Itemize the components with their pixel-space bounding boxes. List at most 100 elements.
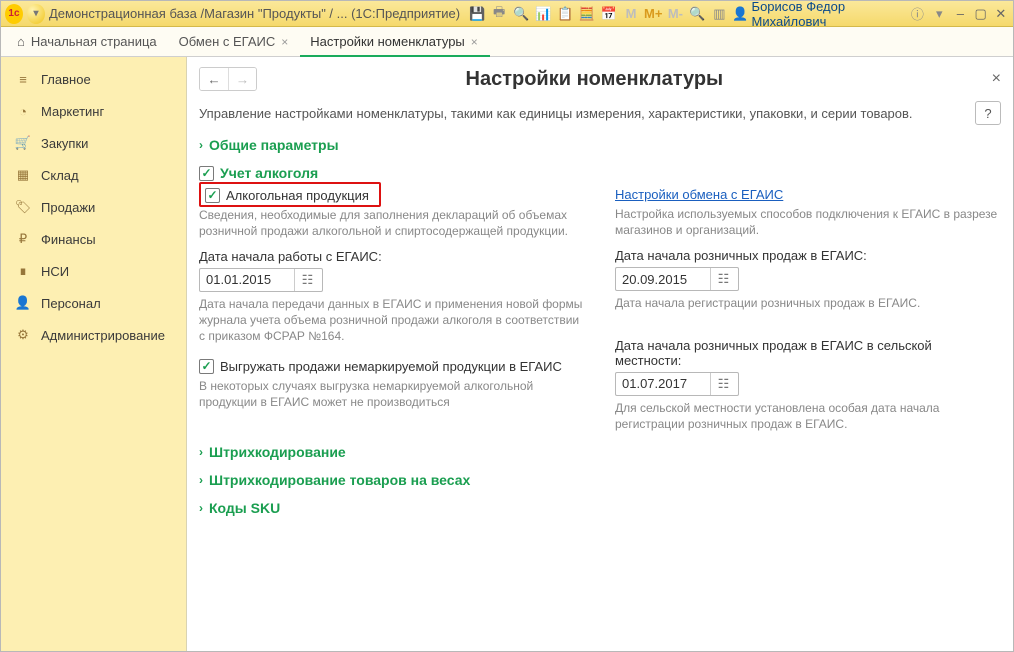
chevron-right-icon: › <box>199 445 203 459</box>
checkbox-alcohol-products[interactable] <box>205 188 220 203</box>
field-label: Дата начала розничных продаж в ЕГАИС: <box>615 248 1001 263</box>
sidebar-item-label: Продажи <box>41 200 95 215</box>
help-button[interactable]: ? <box>975 101 1001 125</box>
m-gray-icon[interactable]: M <box>622 4 640 24</box>
expander-common[interactable]: › Общие параметры <box>199 137 1001 153</box>
expander-barcoding[interactable]: › Штрихкодирование <box>199 444 1001 460</box>
maximize-button[interactable]: ▢ <box>973 5 989 23</box>
close-window-button[interactable]: ✕ <box>993 5 1009 23</box>
field-label: Дата начала работы с ЕГАИС: <box>199 249 585 264</box>
app-icon: 1c <box>5 4 23 24</box>
sidebar-item-label: НСИ <box>41 264 69 279</box>
info-icon[interactable]: ⓘ <box>908 4 926 24</box>
pie-icon: ◔ <box>15 103 31 119</box>
tag-icon: 🏷 <box>15 199 31 215</box>
hint-text: Дата начала передачи данных в ЕГАИС и пр… <box>199 296 585 345</box>
expander-label: Штрихкодирование <box>209 444 346 460</box>
sidebar-item-personnel[interactable]: 👤 Персонал <box>1 287 186 319</box>
chevron-right-icon: › <box>199 138 203 152</box>
date-input[interactable] <box>616 376 710 391</box>
calendar-icon[interactable]: ☷ <box>710 268 736 290</box>
user-icon: 👤 <box>732 6 748 22</box>
tab-home-label: Начальная страница <box>31 34 157 49</box>
book-icon: ∎ <box>15 263 31 279</box>
date-start-retail-egais[interactable]: ☷ <box>615 267 739 291</box>
page-title: Настройки номенклатуры <box>197 68 992 91</box>
window-titlebar: 1c ▾ Демонстрационная база /Магазин "Про… <box>1 1 1013 27</box>
section-alcohol-header[interactable]: Учет алкоголя <box>199 165 1001 181</box>
checkbox-upload-unmarked[interactable] <box>199 359 214 374</box>
date-start-egais[interactable]: ☷ <box>199 268 323 292</box>
ruble-icon: ₽ <box>15 231 31 247</box>
sidebar-item-purchases[interactable]: 🛒Закупки <box>1 127 186 159</box>
minimize-button[interactable]: – <box>952 5 968 23</box>
sidebar-item-label: Закупки <box>41 136 88 151</box>
chevron-right-icon: › <box>199 501 203 515</box>
user-badge[interactable]: 👤 Борисов Федор Михайлович <box>732 0 904 29</box>
gear-icon: ⚙ <box>15 327 31 343</box>
person-icon: 👤 <box>15 295 31 311</box>
expander-sku[interactable]: › Коды SKU <box>199 500 1001 516</box>
sidebar-item-admin[interactable]: ⚙ Администрирование <box>1 319 186 351</box>
close-icon[interactable]: × <box>281 35 288 49</box>
m-plus-icon[interactable]: M+ <box>644 4 662 24</box>
save-icon[interactable]: 💾 <box>468 4 486 24</box>
close-page-button[interactable]: × <box>992 70 1001 88</box>
date-input[interactable] <box>616 272 710 287</box>
menu-icon: ≡ <box>15 71 31 87</box>
link-egais-settings[interactable]: Настройки обмена с ЕГАИС <box>615 187 783 202</box>
tab-egais-label: Обмен с ЕГАИС <box>179 34 276 49</box>
sidebar: ≡ Главное ◔ Маркетинг 🛒Закупки ▦Склад 🏷 Про… <box>1 57 187 651</box>
section-title: Учет алкоголя <box>220 165 318 181</box>
compare-icon[interactable]: 📊 <box>534 4 552 24</box>
user-name: Борисов Федор Михайлович <box>752 0 905 29</box>
hint-text: Сведения, необходимые для заполнения дек… <box>199 207 585 239</box>
tab-nomenclature-settings[interactable]: Настройки номенклатуры × <box>300 28 490 57</box>
boxes-icon: ▦ <box>15 167 31 183</box>
hint-text: Дата начала регистрации розничных продаж… <box>615 295 1001 311</box>
sidebar-item-finance[interactable]: ₽Финансы <box>1 223 186 255</box>
field-label: Дата начала розничных продаж в ЕГАИС в с… <box>615 338 1001 368</box>
tab-egais[interactable]: Обмен с ЕГАИС × <box>169 28 301 57</box>
sidebar-item-warehouse[interactable]: ▦Склад <box>1 159 186 191</box>
sidebar-item-nsi[interactable]: ∎ НСИ <box>1 255 186 287</box>
hint-text: Для сельской местности установлена особа… <box>615 400 1001 432</box>
main-content: ← → Настройки номенклатуры × Управление … <box>187 57 1013 651</box>
calculator-icon[interactable]: 🧮 <box>578 4 596 24</box>
options-dropdown-icon[interactable]: ▾ <box>930 4 948 24</box>
calendar-icon[interactable]: ☷ <box>710 373 736 395</box>
sidebar-item-sales[interactable]: 🏷 Продажи <box>1 191 186 223</box>
page-header: ← → Настройки номенклатуры × <box>199 57 1001 101</box>
sidebar-item-label: Маркетинг <box>41 104 104 119</box>
expander-label: Штрихкодирование товаров на весах <box>209 472 470 488</box>
hint-text: В некоторых случаях выгрузка немаркируем… <box>199 378 585 410</box>
search-tool-icon[interactable]: 🔍 <box>688 4 706 24</box>
print-icon[interactable]: 🖶 <box>490 4 508 24</box>
m-minus-icon[interactable]: M- <box>666 4 684 24</box>
home-icon: ⌂ <box>17 34 25 49</box>
window-title: Демонстрационная база /Магазин "Продукты… <box>49 6 460 21</box>
body-area: ≡ Главное ◔ Маркетинг 🛒Закупки ▦Склад 🏷 Про… <box>1 57 1013 651</box>
sidebar-item-label: Администрирование <box>41 328 165 343</box>
preview-icon[interactable]: 🔍 <box>512 4 530 24</box>
clipboard-icon[interactable]: 📋 <box>556 4 574 24</box>
checkbox-label: Выгружать продажи немаркируемой продукци… <box>220 359 562 374</box>
expander-scale-barcoding[interactable]: › Штрихкодирование товаров на весах <box>199 472 1001 488</box>
sidebar-item-main[interactable]: ≡ Главное <box>1 63 186 95</box>
sidebar-item-marketing[interactable]: ◔ Маркетинг <box>1 95 186 127</box>
date-start-rural-egais[interactable]: ☷ <box>615 372 739 396</box>
checkbox-alcohol-accounting[interactable] <box>199 166 214 181</box>
tab-home[interactable]: ⌂ Начальная страница <box>7 28 169 57</box>
calendar-icon[interactable]: ☷ <box>294 269 320 291</box>
sidebar-item-label: Персонал <box>41 296 101 311</box>
panel-icon[interactable]: ▥ <box>710 4 728 24</box>
calendar-icon[interactable]: 📅 <box>600 4 618 24</box>
highlighted-option: Алкогольная продукция <box>199 182 381 207</box>
dropdown-orb-icon[interactable]: ▾ <box>27 4 45 24</box>
sidebar-item-label: Главное <box>41 72 91 87</box>
checkbox-label: Алкогольная продукция <box>226 188 369 203</box>
close-icon[interactable]: × <box>471 35 478 49</box>
date-input[interactable] <box>200 272 294 287</box>
page-description: Управление настройками номенклатуры, так… <box>199 106 913 121</box>
chevron-right-icon: › <box>199 473 203 487</box>
